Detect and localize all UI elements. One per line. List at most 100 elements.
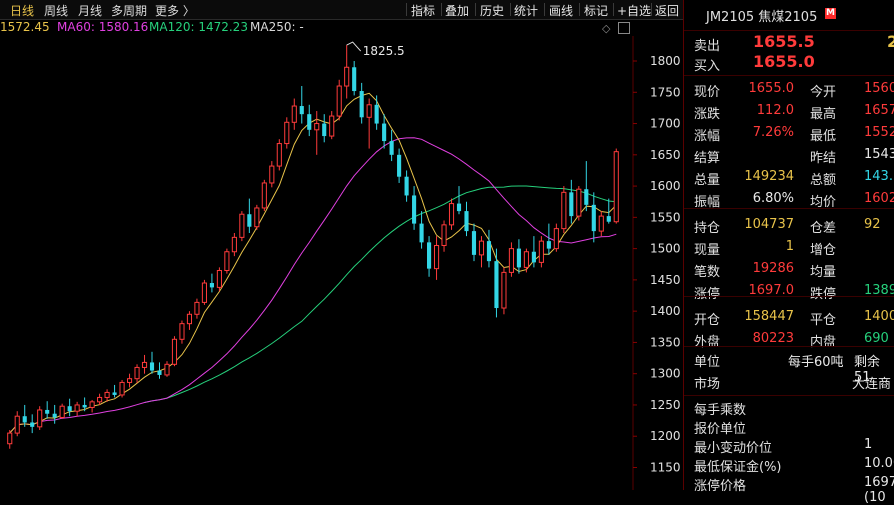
candle-body	[97, 396, 103, 403]
candle-body	[284, 121, 290, 145]
divider	[684, 208, 894, 209]
sell-label: 卖出	[694, 39, 721, 54]
candle-body	[134, 366, 140, 380]
candle-body	[389, 141, 394, 155]
spec-value: 1	[864, 437, 873, 452]
unit-value: 每手60吨	[788, 355, 844, 370]
y-tick-label: 1350	[650, 335, 681, 349]
candle-body	[478, 240, 485, 256]
candle-body	[516, 248, 521, 268]
candle-body	[427, 242, 432, 269]
candle-body	[382, 123, 387, 142]
market-label: 市场	[694, 377, 721, 392]
quote-label: 涨停	[694, 287, 721, 302]
quote-label: 涨幅	[694, 129, 721, 144]
divider	[684, 296, 894, 297]
quote-value: 149234	[744, 169, 794, 184]
candle-body	[74, 404, 80, 412]
peak-label: 1825.5	[363, 44, 405, 58]
candle-body	[352, 67, 357, 92]
spec-value: 10.00	[864, 456, 894, 471]
buy-label: 买入	[694, 59, 721, 74]
candle-body	[486, 241, 492, 262]
quote-label: 结算	[694, 151, 721, 166]
candle-body	[209, 283, 214, 288]
candle-body	[501, 271, 507, 309]
candle-body	[261, 182, 267, 209]
candlestick-chart[interactable]: 1150 1200 1250 1300 1350 1400 1450 1500 1550 1600…	[0, 0, 683, 490]
candle-body	[22, 416, 27, 423]
quote-value: 19286	[752, 261, 794, 276]
candle-body	[239, 213, 245, 238]
candle-body	[419, 223, 424, 243]
market-value: 大连商	[852, 377, 892, 392]
candle-body	[456, 203, 462, 212]
y-tick-label: 1300	[650, 367, 681, 381]
y-tick-label: 1500	[650, 242, 681, 256]
quote-value: 7.26%	[752, 125, 794, 140]
candle-body	[45, 409, 50, 414]
sell-price: 1655.5	[753, 32, 815, 51]
candle-body	[508, 248, 514, 273]
candle-body	[584, 189, 589, 205]
y-tick-label: 1400	[650, 304, 681, 318]
y-tick-label: 1800	[650, 54, 681, 68]
candle-body	[307, 114, 312, 130]
quote-value: 143.5	[864, 169, 894, 184]
quote-value: 158447	[744, 309, 794, 324]
divider	[684, 75, 894, 76]
candle-body	[269, 165, 275, 184]
peak-pointer	[346, 41, 362, 52]
quote-value: 112.0	[756, 103, 794, 118]
candle-body	[14, 415, 20, 434]
quote-value: 1543	[864, 147, 894, 162]
quote-label: 现价	[694, 85, 721, 100]
candle-body	[471, 231, 477, 255]
candle-body	[171, 338, 178, 365]
candle-body	[606, 216, 611, 222]
quote-label: 今开	[810, 85, 837, 100]
main-contract-badge: M	[825, 8, 836, 19]
spec-label: 每手乘数	[694, 403, 747, 418]
divider	[684, 395, 894, 396]
quote-label: 昨结	[810, 151, 837, 166]
candle-body	[67, 406, 72, 412]
candle-body	[247, 214, 252, 227]
quote-value: 104737	[744, 217, 794, 232]
candle-body	[397, 154, 402, 177]
candle-body	[613, 151, 619, 223]
candle-body	[433, 244, 440, 270]
y-tick-label: 1150	[650, 460, 681, 474]
candle-body	[112, 392, 117, 395]
candle-body	[59, 405, 65, 418]
candle-body	[157, 370, 162, 375]
candle-body	[598, 215, 604, 232]
candle-body	[186, 313, 193, 325]
candle-body	[216, 270, 222, 288]
candle-body	[441, 224, 447, 246]
quote-label: 现量	[694, 243, 721, 258]
candle-body	[82, 404, 87, 408]
quote-label: 最高	[810, 107, 837, 122]
quote-label: 涨跌	[694, 107, 721, 122]
quote-label: 跌停	[810, 287, 837, 302]
quote-label: 总量	[694, 173, 721, 188]
divider	[684, 30, 894, 31]
candle-body	[329, 115, 335, 137]
candle-body	[149, 362, 155, 371]
quote-label: 持仓	[694, 221, 721, 236]
quote-label: 笔数	[694, 265, 721, 280]
unit-label: 单位	[694, 355, 721, 370]
candle-body	[52, 413, 57, 418]
candle-body	[553, 228, 559, 250]
candle-body	[464, 211, 469, 232]
candle-body	[126, 378, 133, 383]
y-tick-label: 1750	[650, 85, 681, 99]
candle-body	[119, 381, 125, 396]
quote-label: 增仓	[810, 243, 837, 258]
candle-body	[374, 104, 379, 124]
candle-body	[538, 240, 544, 263]
quote-value: 1655.0	[748, 81, 795, 96]
candle-body	[576, 188, 582, 217]
y-tick-label: 1250	[650, 398, 681, 412]
